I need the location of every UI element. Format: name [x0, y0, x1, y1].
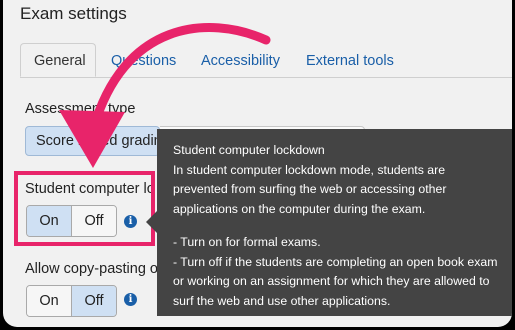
curved-arrow-icon [59, 23, 271, 168]
exam-settings-panel: Exam settings General Questions Accessib… [3, 0, 512, 327]
